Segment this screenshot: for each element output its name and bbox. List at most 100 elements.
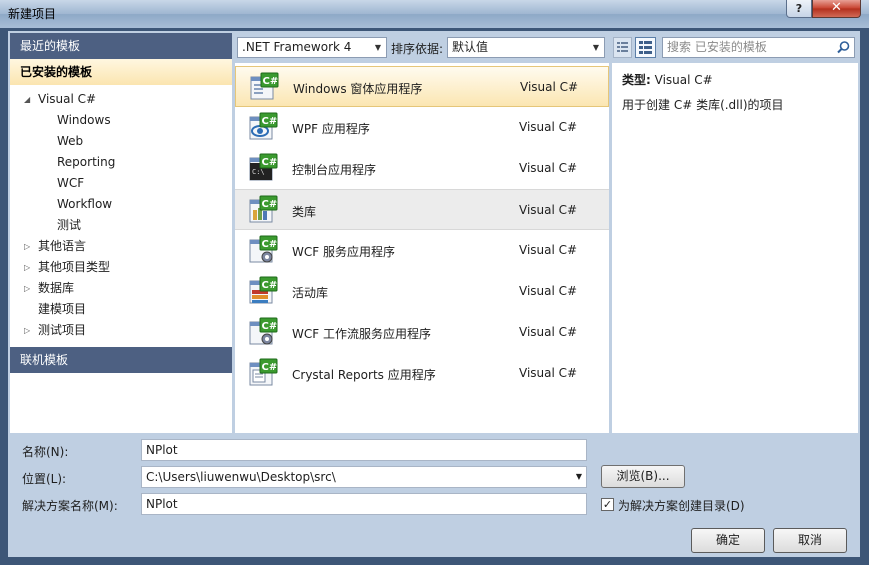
tree-item[interactable]: ◢ Visual C# — [10, 89, 232, 110]
template-item[interactable]: C# Windows 窗体应用程序 Visual C# — [235, 66, 609, 107]
cancel-button[interactable]: 取消 — [773, 528, 847, 553]
tree-item-label: 数据库 — [38, 281, 75, 295]
crystal-reports-icon: C# — [249, 358, 278, 386]
close-button[interactable]: ✕ — [812, 0, 861, 18]
create-solution-directory-checkbox[interactable]: ✓ — [601, 498, 614, 511]
location-combo[interactable]: C:\Users\liuwenwu\Desktop\src\ ▼ — [141, 466, 587, 488]
tree-item[interactable]: ▷ 其他项目类型 — [10, 257, 232, 278]
tree-item[interactable]: ▷ 测试项目 — [10, 320, 232, 341]
collapsed-arrow-icon[interactable]: ▷ — [24, 320, 34, 341]
template-item[interactable]: C# WCF 工作流服务应用程序 Visual C# — [235, 312, 609, 353]
framework-value: .NET Framework 4 — [242, 40, 352, 54]
sort-select[interactable]: 默认值 ▼ — [447, 37, 605, 58]
search-icon[interactable] — [836, 40, 851, 55]
tree-item[interactable]: ▷ 其他语言 — [10, 236, 232, 257]
tree-item[interactable]: Web — [10, 131, 232, 152]
small-icons-view-icon — [617, 42, 628, 52]
create-solution-directory-label[interactable]: 为解决方案创建目录(D) — [618, 497, 745, 514]
tree-item-label: Windows — [57, 113, 111, 127]
tree-item-label: 其他项目类型 — [38, 260, 111, 274]
windows-forms-icon: C# — [250, 72, 279, 100]
tree-item[interactable]: 测试 — [10, 215, 232, 236]
template-description: 用于创建 C# 类库(.dll)的项目 — [622, 98, 784, 112]
template-item[interactable]: C# WCF 服务应用程序 Visual C# — [235, 230, 609, 271]
collapsed-arrow-icon[interactable]: ▷ — [24, 278, 34, 299]
template-language: Visual C# — [520, 80, 579, 94]
ok-button[interactable]: 确定 — [691, 528, 765, 553]
installed-templates-header[interactable]: 已安装的模板 — [10, 59, 232, 85]
template-item[interactable]: C# 类库 Visual C# — [235, 189, 609, 230]
template-list: C# Windows 窗体应用程序 Visual C# C# WPF 应用程序 Visua… — [235, 63, 609, 433]
template-name: WCF 服务应用程序 — [292, 245, 395, 259]
title-bar[interactable]: 新建项目 ? ✕ — [0, 0, 869, 28]
project-name-input[interactable]: NPlot — [141, 439, 587, 461]
browse-button[interactable]: 浏览(B)... — [601, 465, 685, 488]
solution-name-label: 解决方案名称(M): — [22, 499, 118, 513]
svg-text:C#: C# — [262, 239, 278, 250]
help-button[interactable]: ? — [786, 0, 812, 18]
location-value: C:\Users\liuwenwu\Desktop\src\ — [146, 470, 336, 484]
chevron-down-icon: ▼ — [592, 43, 600, 52]
tree-item-label: WCF — [57, 176, 85, 190]
framework-select[interactable]: .NET Framework 4 ▼ — [237, 37, 387, 58]
template-name: 活动库 — [292, 286, 329, 300]
wcf-workflow-icon: C# — [249, 317, 278, 345]
template-description-panel: 类型: Visual C# 用于创建 C# 类库(.dll)的项目 — [612, 63, 858, 433]
tree-item-label: Workflow — [57, 197, 113, 211]
new-project-dialog: 新建项目 ? ✕ 最近的模板 已安装的模板 ◢ Visual C# Windows W… — [0, 0, 869, 565]
tree-item-label: 其他语言 — [38, 239, 87, 253]
template-item[interactable]: C# WPF 应用程序 Visual C# — [235, 107, 609, 148]
large-icons-view-icon — [639, 41, 652, 54]
window-title: 新建项目 — [8, 7, 57, 21]
tree-item-label: Web — [57, 134, 84, 148]
template-name: 控制台应用程序 — [292, 163, 377, 177]
type-label: 类型: — [622, 73, 651, 87]
sort-value: 默认值 — [452, 40, 489, 54]
recent-templates-header[interactable]: 最近的模板 — [10, 33, 232, 59]
template-search-input[interactable]: 搜索 已安装的模板 — [662, 37, 855, 58]
wpf-icon: C# — [249, 112, 278, 140]
sort-label: 排序依据: — [391, 42, 444, 56]
class-library-icon: C# — [249, 195, 278, 223]
template-name: Crystal Reports 应用程序 — [292, 368, 436, 382]
tree-item-label: 测试项目 — [38, 323, 87, 337]
tree-item[interactable]: 建模项目 — [10, 299, 232, 320]
console-icon: C:\C# — [249, 153, 278, 181]
template-language: Visual C# — [519, 366, 578, 380]
online-templates-header[interactable]: 联机模板 — [10, 347, 232, 373]
dialog-client-area: 最近的模板 已安装的模板 ◢ Visual C# Windows Web Reporti… — [8, 31, 860, 557]
tree-item[interactable]: Workflow — [10, 194, 232, 215]
type-value: Visual C# — [654, 73, 713, 87]
wcf-service-icon: C# — [249, 235, 278, 263]
collapsed-arrow-icon[interactable]: ▷ — [24, 257, 34, 278]
solution-name-input[interactable]: NPlot — [141, 493, 587, 515]
large-icons-view-button[interactable] — [635, 37, 656, 58]
svg-text:C#: C# — [262, 321, 278, 332]
template-language: Visual C# — [519, 120, 578, 134]
template-language: Visual C# — [519, 243, 578, 257]
template-item[interactable]: C:\ C# 控制台应用程序 Visual C# — [235, 148, 609, 189]
svg-text:C#: C# — [262, 157, 278, 168]
svg-text:C#: C# — [262, 280, 278, 291]
tree-item[interactable]: ▷ 数据库 — [10, 278, 232, 299]
svg-text:C#: C# — [262, 199, 278, 210]
project-name-label: 名称(N): — [22, 445, 69, 459]
tree-item-label: Visual C# — [38, 92, 97, 106]
small-icons-view-button[interactable] — [613, 37, 632, 58]
tree-item[interactable]: Reporting — [10, 152, 232, 173]
expanded-arrow-icon[interactable]: ◢ — [24, 89, 34, 110]
svg-text:C#: C# — [262, 116, 278, 127]
tree-item-label: 建模项目 — [38, 302, 87, 316]
template-name: WCF 工作流服务应用程序 — [292, 327, 431, 341]
template-language: Visual C# — [519, 325, 578, 339]
template-tree: ◢ Visual C# Windows Web Reporting WCF Workflow… — [10, 89, 232, 341]
collapsed-arrow-icon[interactable]: ▷ — [24, 236, 34, 257]
template-item[interactable]: C# 活动库 Visual C# — [235, 271, 609, 312]
tree-item[interactable]: Windows — [10, 110, 232, 131]
chevron-down-icon[interactable]: ▼ — [576, 467, 582, 487]
svg-text:C#: C# — [263, 76, 279, 87]
template-item[interactable]: C# Crystal Reports 应用程序 Visual C# — [235, 353, 609, 394]
tree-item-label: 测试 — [57, 218, 82, 232]
tree-item[interactable]: WCF — [10, 173, 232, 194]
template-language: Visual C# — [519, 284, 578, 298]
